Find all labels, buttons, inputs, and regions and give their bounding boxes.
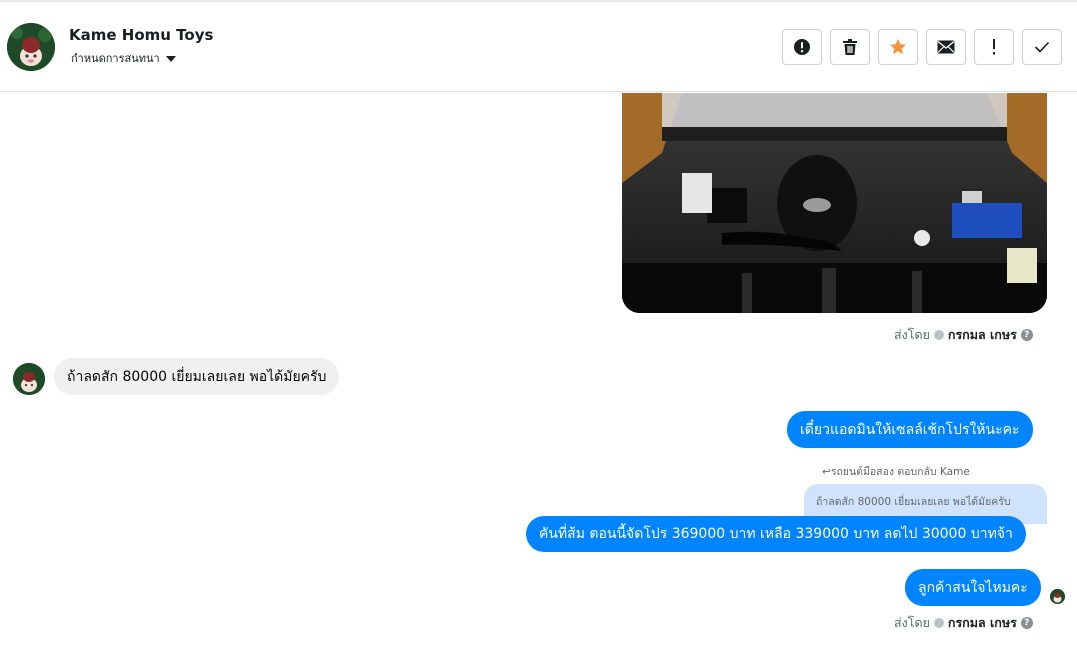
sent-by-name: กรกมล เกษร xyxy=(947,615,1017,630)
engine-bay-photo[interactable] xyxy=(622,93,1047,313)
page-title: Kame Homu Toys xyxy=(69,26,214,44)
help-icon[interactable]: ? xyxy=(1020,617,1033,629)
assign-label: กำหนดการสนทนา xyxy=(71,52,160,65)
seen-avatar xyxy=(1050,589,1065,604)
reply-arrow-icon: ↩ xyxy=(822,466,831,478)
trash-icon xyxy=(843,39,857,55)
exclamation-icon xyxy=(993,39,995,55)
assign-conversation-dropdown[interactable]: กำหนดการสนทนา xyxy=(71,49,176,67)
star-button[interactable] xyxy=(878,29,918,65)
delete-button[interactable] xyxy=(830,29,870,65)
help-icon[interactable]: ? xyxy=(1020,329,1033,341)
envelope-icon xyxy=(937,40,955,54)
mark-done-button[interactable] xyxy=(1022,29,1062,65)
check-icon xyxy=(1034,41,1050,53)
outgoing-message-reply[interactable]: คันที่ส้ม ตอนนี้จัดโปร 369000 บาท เหลือ … xyxy=(526,516,1026,552)
verified-icon xyxy=(933,618,944,628)
mark-spam-button[interactable] xyxy=(782,29,822,65)
follow-up-button[interactable] xyxy=(974,29,1014,65)
action-toolbar xyxy=(782,29,1062,65)
customer-avatar[interactable] xyxy=(13,363,45,395)
reply-label: ↩รถยนต์มือสอง ตอบกลับ Kame xyxy=(822,463,970,480)
outgoing-message[interactable]: เดี๋ยวแอดมินให้เซลล์เช้กโปรให้นะคะ xyxy=(787,411,1033,448)
sent-by-name: กรกมล เกษร xyxy=(947,327,1017,342)
outgoing-message-last[interactable]: ลูกค้าสนใจไหมคะ xyxy=(905,569,1041,606)
conversation-header: Kame Homu Toys กำหนดการสนทนา xyxy=(0,2,1077,92)
sent-by-prefix: ส่งโดย xyxy=(894,615,930,630)
page-avatar[interactable] xyxy=(7,23,55,71)
mark-unread-button[interactable] xyxy=(926,29,966,65)
verified-icon xyxy=(933,330,944,340)
sent-by-prefix: ส่งโดย xyxy=(894,327,930,342)
star-icon xyxy=(890,39,906,55)
sent-by-info-2: ส่งโดย กรกมล เกษร ? xyxy=(894,613,1033,633)
alert-circle-icon xyxy=(794,39,810,55)
reply-label-text: รถยนต์มือสอง ตอบกลับ Kame xyxy=(830,466,970,478)
sent-by-info: ส่งโดย กรกมล เกษร ? xyxy=(894,325,1033,345)
caret-down-icon xyxy=(165,55,176,62)
incoming-message[interactable]: ถ้าลดสัก 80000 เยี่ยมเลยเลย พอได้มัยครับ xyxy=(54,358,340,395)
